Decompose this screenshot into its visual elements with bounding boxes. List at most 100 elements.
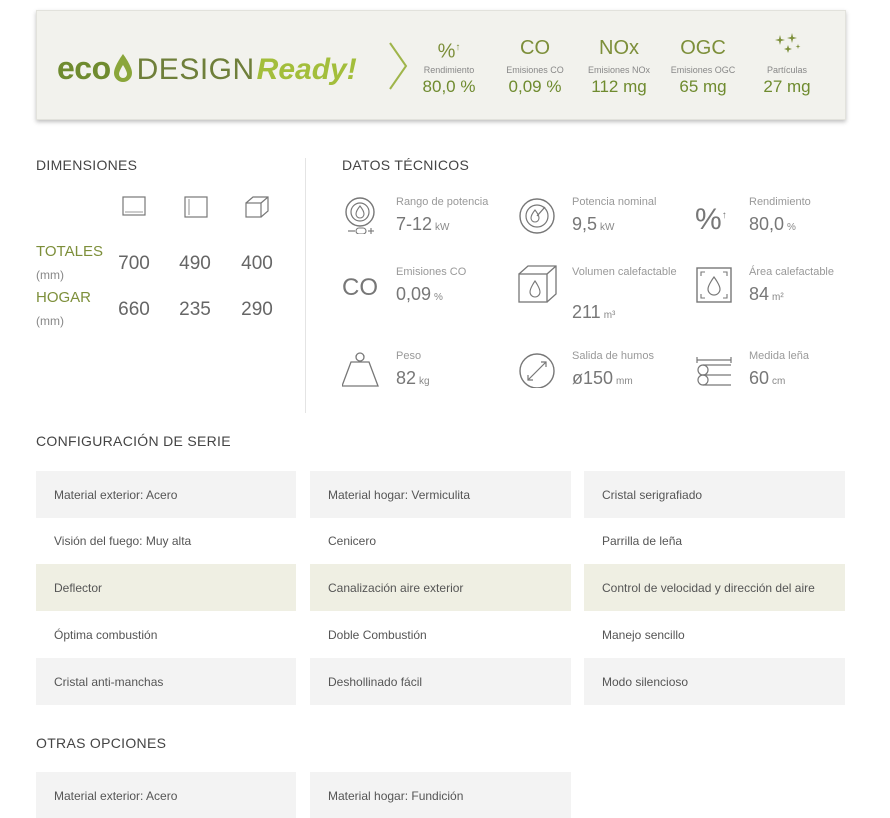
standard-config-title: CONFIGURACIÓN DE SERIE <box>36 433 231 449</box>
tech-label: Volumen calefactable <box>572 266 677 278</box>
tech-label: Medida leña <box>749 350 809 362</box>
config-item: Control de velocidad y dirección del air… <box>584 564 845 611</box>
heating-area-icon <box>696 267 732 303</box>
tech-value: 84 m² <box>749 284 784 304</box>
dimension-value: 400 <box>241 253 273 274</box>
tech-value: 211 m³ <box>572 302 616 322</box>
tech-value: 0,09% <box>396 284 443 304</box>
weight-icon <box>342 352 379 387</box>
tech-label: Emisiones CO <box>396 266 467 278</box>
flue-outlet-icon <box>519 353 555 388</box>
logo-eco-text: eco <box>57 50 111 86</box>
tech-label: Salida de humos <box>572 350 654 362</box>
eco-metric-label: Emisiones NOx <box>587 65 650 75</box>
efficiency-icon: %↑ <box>695 203 727 236</box>
config-item: Deflector <box>36 564 296 611</box>
tech-unit: % <box>434 292 443 303</box>
tech-value: 7-12 kW <box>396 214 450 234</box>
tech-item-weight: Peso 82 kg <box>342 348 512 398</box>
config-item: Doble Combustión <box>328 627 427 642</box>
config-item: Canalización aire exterior <box>310 564 571 611</box>
config-item: Cristal serigrafiado <box>584 471 845 518</box>
tech-item-flue-outlet: Salida de humos ø150 mm <box>518 348 688 398</box>
width-icon <box>122 196 146 216</box>
tech-unit: cm <box>772 376 786 387</box>
eco-metric-label: Partículas <box>766 65 808 75</box>
log-length-icon <box>696 357 732 386</box>
tech-item-nominal-power: Potencia nominal 9,5 kW <box>518 194 688 244</box>
height-icon <box>184 196 208 218</box>
ecodesign-banner: eco DESIGN Ready! %↑ Rendimiento 80,0 % … <box>36 10 846 120</box>
option-item: Material hogar: Fundición <box>310 772 571 818</box>
tech-unit: kW <box>600 222 615 233</box>
section-divider <box>305 158 306 413</box>
dimension-value: 290 <box>241 299 273 320</box>
tech-unit: % <box>787 222 796 233</box>
co-text-icon: CO <box>520 37 550 59</box>
tech-data-title: DATOS TÉCNICOS <box>342 157 470 173</box>
power-range-icon <box>345 197 375 234</box>
tech-unit: kg <box>419 376 430 387</box>
logo-design-text: DESIGN <box>136 53 255 86</box>
ogc-text-icon: OGC <box>680 37 726 59</box>
tech-label: Potencia nominal <box>572 196 657 208</box>
tech-value: 82 kg <box>396 368 430 388</box>
nox-text-icon: NOx <box>599 37 639 59</box>
tech-unit: mm <box>616 376 633 387</box>
depth-icon <box>245 196 269 218</box>
dimensions-totals-label: TOTALES <box>36 243 103 260</box>
config-item: Manejo sencillo <box>602 627 685 642</box>
tech-label: Rendimiento <box>749 196 811 208</box>
tech-value: 60 cm <box>749 368 786 388</box>
tech-item-log-length: Medida leña 60 cm <box>695 348 865 398</box>
percent-icon: %↑ <box>437 40 461 63</box>
dimensions-hearth-unit: (mm) <box>36 314 64 328</box>
dimensions-title: DIMENSIONES <box>36 157 138 173</box>
tech-value: ø150 mm <box>572 368 633 388</box>
eco-metric-value: 80,0 % <box>422 77 476 96</box>
eco-metric-ogc: OGC Emisiones OGC 65 mg <box>663 33 743 97</box>
tech-label: Peso <box>396 350 422 362</box>
leaf-drop-icon <box>112 53 134 83</box>
eco-metric-value: 65 mg <box>679 77 727 96</box>
tech-unit: m³ <box>603 310 616 321</box>
nominal-power-icon <box>519 198 555 234</box>
tech-item-efficiency: %↑ Rendimiento 80,0% <box>695 194 865 244</box>
particles-icon <box>747 33 827 63</box>
co-icon: CO <box>342 274 378 301</box>
dimensions-hearth-label: HOGAR <box>36 289 92 306</box>
tech-label: Rango de potencia <box>396 196 489 208</box>
eco-metric-label: Emisiones CO <box>506 65 564 75</box>
eco-metric-particles: Partículas 27 mg <box>747 33 827 97</box>
config-item: Modo silencioso <box>584 658 845 705</box>
tech-item-power-range: Rango de potencia 7-12 kW <box>342 194 512 244</box>
dimension-value: 490 <box>179 253 211 274</box>
tech-value: 9,5 kW <box>572 214 615 234</box>
chevron-right-icon <box>389 42 408 90</box>
config-item: Cristal anti-manchas <box>36 658 296 705</box>
other-options-title: OTRAS OPCIONES <box>36 735 167 751</box>
config-item: Cenicero <box>328 533 377 548</box>
tech-unit: m² <box>772 292 784 303</box>
eco-metric-label: Rendimiento <box>423 65 475 75</box>
dimensions-totals-unit: (mm) <box>36 268 64 282</box>
dimension-value: 700 <box>118 253 150 274</box>
eco-metric-label: Emisiones OGC <box>670 65 736 75</box>
option-item: Material exterior: Acero <box>36 772 296 818</box>
eco-metric-efficiency: %↑ Rendimiento 80,0 % <box>409 33 489 97</box>
config-item: Deshollinado fácil <box>310 658 571 705</box>
config-item: Material hogar: Vermiculita <box>310 471 571 518</box>
tech-item-co-emissions: CO Emisiones CO 0,09% <box>342 264 512 324</box>
ecodesign-logo: eco DESIGN Ready! <box>57 49 357 89</box>
logo-ready-text: Ready! <box>256 53 357 86</box>
tech-item-heating-area: Área calefactable 84 m² <box>695 264 865 324</box>
heating-volume-icon <box>518 265 557 303</box>
config-item: Visión del fuego: Muy alta <box>54 533 192 548</box>
eco-metric-value: 0,09 % <box>508 77 562 96</box>
eco-metric-nox: NOx Emisiones NOx 112 mg <box>579 33 659 97</box>
tech-unit: kW <box>435 222 450 233</box>
tech-value: 80,0% <box>749 214 796 234</box>
dimension-value: 235 <box>179 299 211 320</box>
eco-metric-value: 112 mg <box>591 77 647 96</box>
tech-label: Área calefactable <box>749 266 834 278</box>
